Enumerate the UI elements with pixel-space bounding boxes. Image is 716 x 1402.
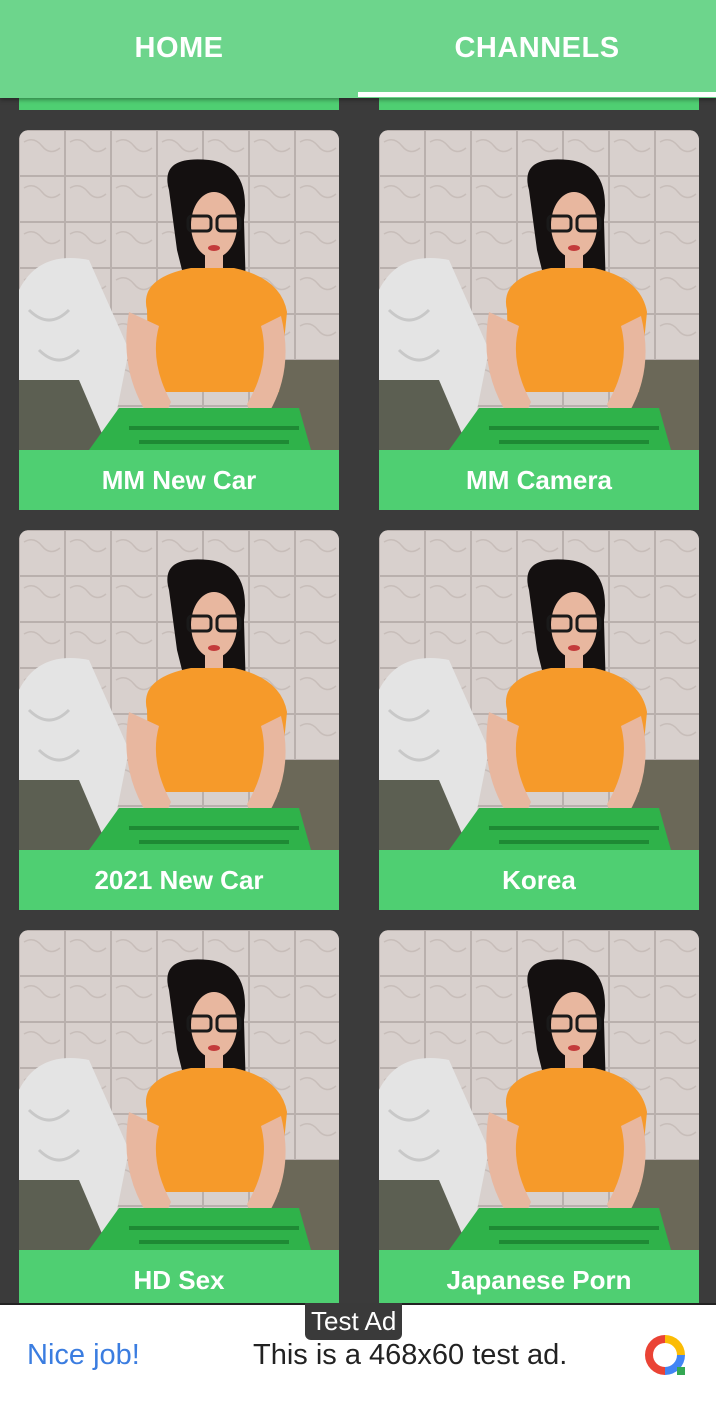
tab-indicator	[358, 92, 716, 97]
channel-thumbnail	[379, 930, 699, 1250]
channel-thumbnail	[379, 130, 699, 450]
channel-thumbnail	[379, 530, 699, 850]
tab-bar: HOME CHANNELS	[0, 0, 716, 98]
channel-label: 2021 New Car	[19, 850, 339, 910]
channel-thumbnail	[19, 530, 339, 850]
channel-card[interactable]: HD Sex	[19, 930, 339, 1303]
channel-label: Korea	[379, 850, 699, 910]
channel-grid[interactable]: MM New Car MM Camera 2021 New Car Korea …	[0, 98, 716, 1303]
previous-card-label	[19, 98, 339, 110]
channel-thumbnail	[19, 130, 339, 450]
channel-thumbnail	[19, 930, 339, 1250]
previous-card-label	[379, 98, 699, 110]
channel-label: HD Sex	[19, 1250, 339, 1303]
channel-label: MM Camera	[379, 450, 699, 510]
ad-logo-icon[interactable]	[640, 1330, 690, 1380]
tab-channels[interactable]: CHANNELS	[358, 0, 716, 96]
channel-card[interactable]: Korea	[379, 530, 699, 910]
channel-card[interactable]: MM New Car	[19, 130, 339, 510]
channel-card[interactable]: Japanese Porn	[379, 930, 699, 1303]
test-ad-badge: Test Ad	[305, 1303, 403, 1340]
channel-label: Japanese Porn	[379, 1250, 699, 1303]
ad-nice-text: Nice job!	[27, 1339, 140, 1371]
tab-home[interactable]: HOME	[0, 0, 358, 96]
channel-label: MM New Car	[19, 450, 339, 510]
channel-card[interactable]: 2021 New Car	[19, 530, 339, 910]
ad-text: This is a 468x60 test ad.	[253, 1339, 568, 1371]
channel-card[interactable]: MM Camera	[379, 130, 699, 510]
